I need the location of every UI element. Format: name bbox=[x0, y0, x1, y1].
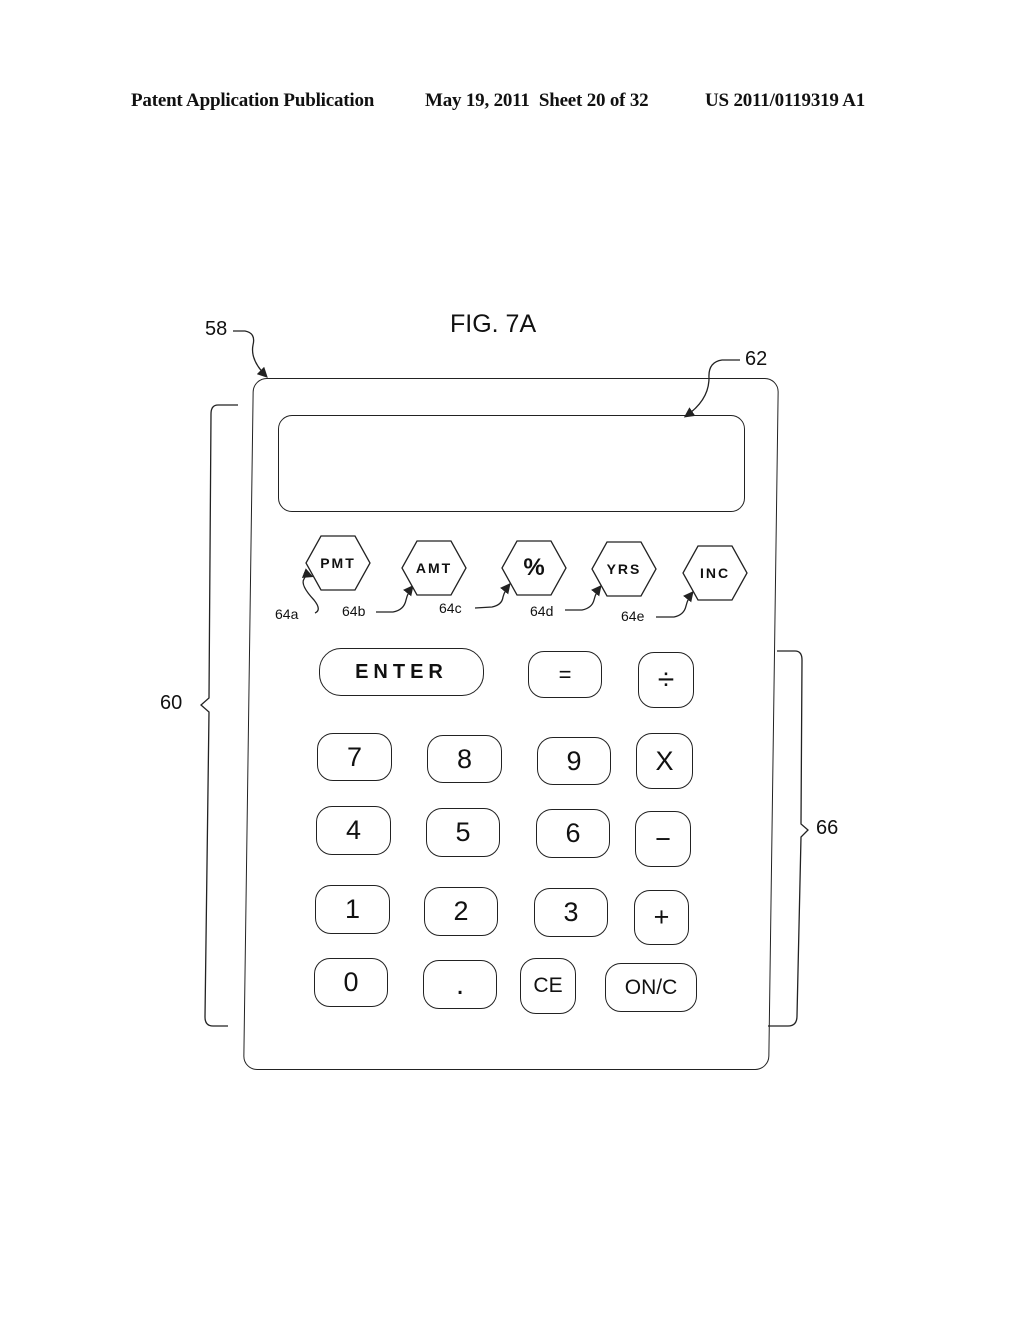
key-5[interactable]: 5 bbox=[426, 808, 500, 857]
plus-key[interactable]: + bbox=[634, 890, 689, 945]
multiply-key[interactable]: X bbox=[636, 733, 693, 789]
clear-entry-key[interactable]: CE bbox=[520, 958, 576, 1014]
function-key-amt-label: AMT bbox=[415, 560, 453, 576]
function-key-percent-label: % bbox=[523, 554, 545, 581]
ref-label-64d: 64d bbox=[530, 603, 554, 619]
function-key-percent[interactable]: % bbox=[501, 540, 567, 596]
function-key-yrs-label: YRS bbox=[606, 561, 642, 577]
key-7[interactable]: 7 bbox=[317, 733, 392, 781]
ref-label-64e: 64e bbox=[621, 608, 645, 624]
decimal-key[interactable]: . bbox=[423, 960, 497, 1009]
bracket-60 bbox=[200, 404, 238, 1027]
key-6[interactable]: 6 bbox=[536, 809, 610, 858]
function-key-amt[interactable]: AMT bbox=[401, 540, 467, 596]
leader-58 bbox=[233, 330, 268, 378]
key-9[interactable]: 9 bbox=[537, 737, 611, 785]
key-0[interactable]: 0 bbox=[314, 958, 388, 1007]
function-key-inc[interactable]: INC bbox=[682, 545, 748, 601]
function-key-yrs[interactable]: YRS bbox=[591, 541, 657, 597]
key-3[interactable]: 3 bbox=[534, 888, 608, 937]
ref-label-64b: 64b bbox=[342, 603, 366, 619]
calculator-display bbox=[278, 415, 745, 512]
divide-key[interactable]: ÷ bbox=[638, 652, 694, 708]
function-key-inc-label: INC bbox=[699, 565, 731, 581]
ref-label-64c: 64c bbox=[439, 600, 462, 616]
function-key-pmt-label: PMT bbox=[320, 555, 356, 571]
equals-key[interactable]: = bbox=[528, 651, 602, 698]
minus-key[interactable]: − bbox=[635, 811, 691, 867]
key-4[interactable]: 4 bbox=[316, 806, 391, 855]
key-8[interactable]: 8 bbox=[427, 735, 502, 783]
on-clear-key[interactable]: ON/C bbox=[605, 963, 697, 1012]
enter-key[interactable]: ENTER bbox=[319, 648, 484, 696]
key-1[interactable]: 1 bbox=[315, 885, 390, 934]
function-key-pmt[interactable]: PMT bbox=[305, 535, 371, 591]
ref-label-64a: 64a bbox=[275, 606, 299, 622]
key-2[interactable]: 2 bbox=[424, 887, 498, 936]
